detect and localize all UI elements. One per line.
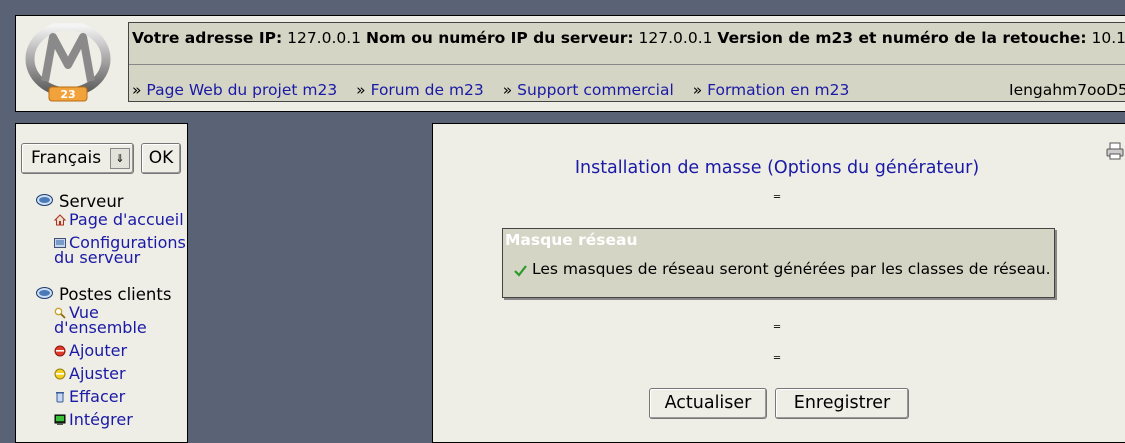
sidebar-item-home[interactable]: Page d'accueil <box>54 212 184 227</box>
bullet-icon <box>36 287 53 299</box>
sidebar-item-add[interactable]: Ajouter <box>54 343 127 358</box>
server-value: 127.0.0.1 <box>639 29 713 47</box>
forum-link[interactable]: Forum de m23 <box>371 81 484 99</box>
sidebar-item-adjust[interactable]: Ajuster <box>54 366 126 381</box>
section-clients: Postes clients <box>36 285 171 304</box>
server-info-row: Votre adresse IP: 127.0.0.1 Nom ou numér… <box>132 29 1125 47</box>
sidebar-item-delete[interactable]: Effacer <box>54 389 125 404</box>
session-id: Iengahm7ooD5c <box>1009 81 1125 99</box>
header-links: » Page Web du projet m23 » Forum de m23 … <box>132 81 863 99</box>
ip-value: 127.0.0.1 <box>287 29 361 47</box>
bullet-icon <box>36 194 53 206</box>
training-link[interactable]: Formation en m23 <box>707 81 849 99</box>
svg-text:23: 23 <box>60 88 75 101</box>
netmask-box: Masque réseau Les masques de réseau sero… <box>502 228 1055 298</box>
server-info-box: Votre adresse IP: 127.0.0.1 Nom ou numér… <box>128 22 1125 102</box>
checkmark-icon <box>514 265 527 277</box>
save-button[interactable]: Enregistrer <box>775 388 909 419</box>
commercial-support-link[interactable]: Support commercial <box>517 81 674 99</box>
info-divider <box>129 64 1125 65</box>
integrate-icon <box>54 414 66 426</box>
adjust-icon <box>54 368 66 380</box>
sidebar-item-integrate[interactable]: Intégrer <box>54 412 133 427</box>
dropdown-arrow-icon[interactable]: ⇓ <box>110 148 130 169</box>
netmask-title: Masque réseau <box>505 231 638 249</box>
home-icon <box>54 214 66 226</box>
m23-logo-icon: 23 <box>23 23 113 105</box>
project-website-link[interactable]: Page Web du projet m23 <box>146 81 337 99</box>
ip-label: Votre adresse IP: <box>132 29 282 47</box>
separator-mark: ═ <box>774 192 780 203</box>
trash-icon <box>54 391 66 403</box>
version-label: Version de m23 et numéro de la retouche: <box>717 29 1086 47</box>
sidebar-item-server-config[interactable]: Configurations du serveur <box>54 235 186 265</box>
server-label: Nom ou numéro IP du serveur: <box>366 29 634 47</box>
sidebar-item-overview[interactable]: Vue d'ensemble <box>54 305 147 335</box>
refresh-button[interactable]: Actualiser <box>649 388 767 419</box>
main-panel: Installation de masse (Options du généra… <box>432 123 1125 443</box>
separator-mark: ═ <box>774 353 780 364</box>
page-title: Installation de masse (Options du généra… <box>433 158 1121 178</box>
version-value: 10.1 rock (1003 <box>1092 29 1125 47</box>
separator-mark: ═ <box>774 322 780 333</box>
add-icon <box>54 345 66 357</box>
header: 23 Votre adresse IP: 127.0.0.1 Nom ou nu… <box>15 15 1125 112</box>
language-select[interactable]: Français ⇓ <box>21 143 134 174</box>
netmask-message: Les masques de réseau seront générées pa… <box>532 260 1051 278</box>
language-value: Français <box>31 148 101 168</box>
sidebar: Français ⇓ OK Serveur Page d'accueil Con… <box>15 123 188 443</box>
section-server: Serveur <box>36 192 124 211</box>
ok-button[interactable]: OK <box>141 143 181 174</box>
